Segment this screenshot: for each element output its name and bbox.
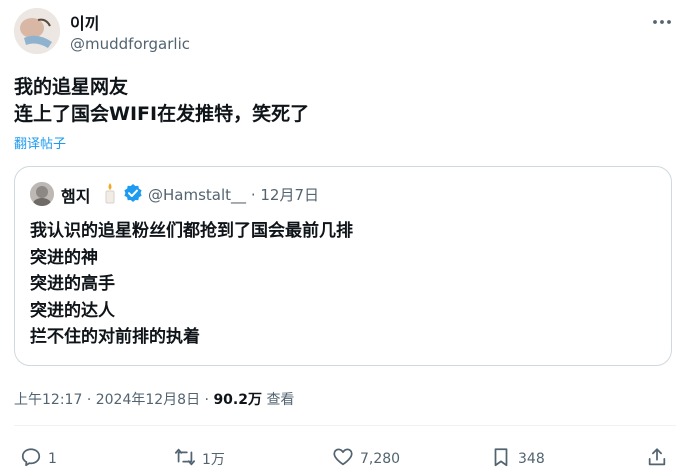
share-icon [646,446,668,472]
share-button[interactable] [646,446,668,472]
heart-icon [332,446,354,472]
reply-icon [20,446,42,472]
tweet-date[interactable]: 2024年12月8日 [96,392,200,408]
quote-author-avatar[interactable] [30,182,54,206]
divider [14,425,676,426]
view-count: 90.2万 [213,392,262,408]
quote-text: 我认识的追星粉丝们都抢到了国会最前几排 突进的神 突进的高手 突进的达人 拦不住… [30,218,353,351]
retweet-icon [174,446,196,472]
meta-separator: · [86,392,92,408]
views-label: 查看 [266,392,295,408]
bookmark-icon [490,446,512,472]
meta-separator: · [250,186,256,204]
author-name[interactable]: 이끼 [70,10,99,34]
bookmark-button[interactable]: 348 [490,446,545,472]
candle-emoji-icon [103,181,117,205]
author-avatar[interactable] [14,8,60,54]
quote-line-3: 突进的高手 [30,274,115,294]
retweet-count: 1万 [202,452,225,468]
quoted-tweet-card[interactable]: 햄지 @Hamstalt__ · 12月7日 我认识的追星粉丝们都抢到了国会最前… [14,166,672,366]
quote-author-name[interactable]: 햄지 [61,183,90,207]
quote-line-4: 突进的达人 [30,300,115,321]
tweet-line-1: 我的追星网友 [14,76,129,98]
quote-author-handle[interactable]: @Hamstalt__ [148,186,246,204]
retweet-button[interactable]: 1万 [174,446,225,472]
bookmark-count: 348 [518,451,545,467]
like-count: 7,280 [360,451,401,467]
translate-post-link[interactable]: 翻译帖子 [14,133,66,152]
tweet-line-2: 连上了国会WIFI在发推特，笑死了 [14,103,310,125]
quote-date[interactable]: 12月7日 [260,186,319,204]
quote-line-5: 拦不住的对前排的执着 [30,327,200,347]
more-options-icon[interactable] [652,12,672,32]
meta-separator: · [204,392,209,408]
tweet-meta-row: 上午12:17 · 2024年12月8日 · 90.2万 查看 [14,389,294,409]
reply-button[interactable]: 1 [20,446,57,472]
tweet-time[interactable]: 上午12:17 [14,392,82,408]
author-handle[interactable]: @muddforgarlic [70,35,190,53]
tweet-text: 我的追星网友 连上了国会WIFI在发推特，笑死了 [14,74,309,128]
verified-badge-icon [123,183,143,203]
quote-line-2: 突进的神 [30,247,98,268]
quote-meta: @Hamstalt__ · 12月7日 [148,184,319,205]
quote-line-1: 我认识的追星粉丝们都抢到了国会最前几排 [30,221,353,241]
reply-count: 1 [48,451,57,467]
like-button[interactable]: 7,280 [332,446,400,472]
